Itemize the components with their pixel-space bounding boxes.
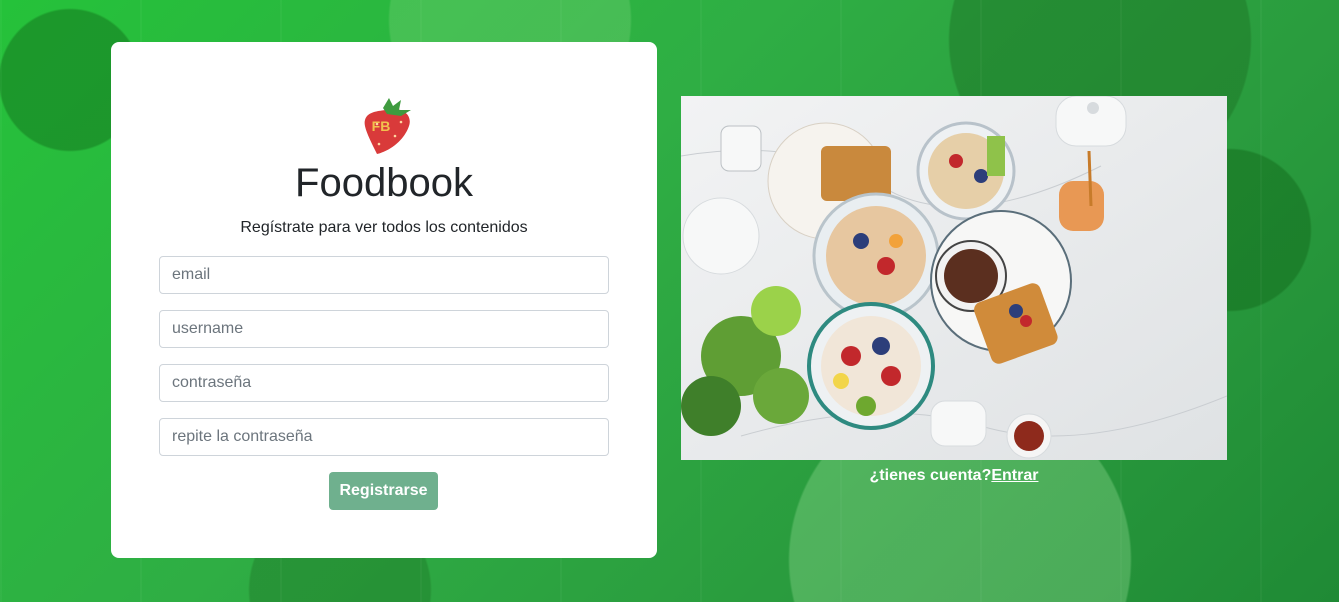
login-prompt: ¿tienes cuenta?Entrar bbox=[681, 466, 1227, 486]
login-question: ¿tienes cuenta? bbox=[869, 467, 992, 484]
brand-title: Foodbook bbox=[295, 161, 473, 205]
email-input[interactable] bbox=[159, 256, 609, 294]
login-link[interactable]: Entrar bbox=[991, 467, 1038, 484]
password-input[interactable] bbox=[159, 364, 609, 402]
logo-text: FB bbox=[372, 118, 391, 134]
food-photo bbox=[681, 96, 1227, 460]
username-input[interactable] bbox=[159, 310, 609, 348]
register-button[interactable]: Registrarse bbox=[329, 472, 438, 510]
repeat-password-input[interactable] bbox=[159, 418, 609, 456]
register-card: FB Foodbook Regístrate para ver todos lo… bbox=[111, 42, 657, 558]
strawberry-logo-icon: FB bbox=[364, 98, 411, 154]
register-subtitle: Regístrate para ver todos los contenidos bbox=[240, 219, 528, 236]
